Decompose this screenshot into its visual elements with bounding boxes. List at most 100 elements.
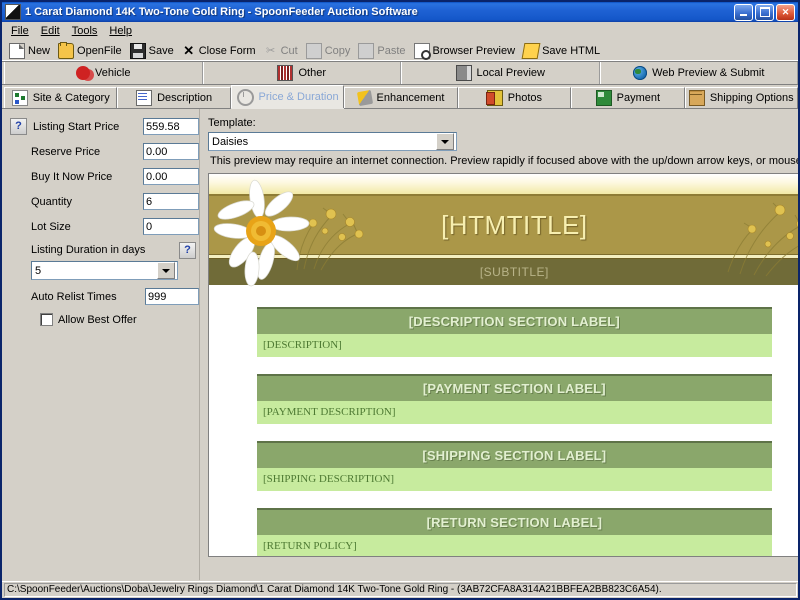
open-folder-icon [58, 41, 75, 59]
menu-item-tools[interactable]: Tools [66, 24, 104, 38]
listing-start-price-input[interactable] [143, 118, 199, 135]
chevron-down-icon[interactable] [157, 262, 175, 279]
toolbar-new-label: New [28, 44, 51, 57]
toolbar-save-button[interactable]: Save [127, 42, 179, 60]
tab-payment-label: Payment [616, 92, 661, 104]
application-window: 1 Carat Diamond 14K Two-Tone Gold Ring -… [0, 0, 800, 600]
window-title: 1 Carat Diamond 14K Two-Tone Gold Ring -… [25, 6, 418, 18]
toolbar-close-form-button[interactable]: ✕ Close Form [179, 43, 261, 59]
toolbar-new-button[interactable]: New [6, 42, 55, 60]
menu-item-help[interactable]: Help [103, 24, 138, 38]
tab-payment[interactable]: Payment [571, 87, 685, 108]
package-box-icon [688, 90, 705, 106]
clock-icon [236, 88, 254, 106]
toolbar-copy-button[interactable]: Copy [303, 42, 356, 60]
toolbar-cut-button[interactable]: ✂ Cut [261, 43, 303, 59]
section-shipping-header: [SHIPPING SECTION LABEL] [257, 441, 772, 468]
close-button[interactable]: ✕ [776, 3, 795, 21]
section-description: [DESCRIPTION SECTION LABEL] [DESCRIPTION… [257, 307, 772, 357]
save-html-icon [521, 42, 541, 59]
main-tab-strip: Site & Category Description Price & Dura… [2, 85, 798, 109]
template-chevron-down-icon[interactable] [436, 133, 454, 150]
menu-help-label: Help [109, 24, 133, 37]
tab-site-category[interactable]: Site & Category [4, 87, 118, 108]
magic-wand-icon [356, 89, 373, 107]
minimize-button[interactable] [734, 3, 753, 21]
photos-icon [485, 90, 503, 106]
menu-file-label: File [11, 24, 29, 37]
help-icon-duration[interactable]: ? [179, 241, 196, 259]
section-payment: [PAYMENT SECTION LABEL] [PAYMENT DESCRIP… [257, 374, 772, 424]
tab-local-preview[interactable]: Local Preview [401, 62, 600, 84]
allow-best-offer-row[interactable]: Allow Best Offer [40, 313, 199, 326]
menu-item-file[interactable]: File [5, 24, 35, 38]
maximize-button[interactable] [755, 3, 774, 21]
buy-it-now-price-input[interactable] [143, 168, 199, 185]
preview-hint-text: This preview may require an internet con… [210, 155, 800, 167]
field-lot-size: Lot Size [10, 217, 199, 236]
tab-local-preview-label: Local Preview [476, 67, 545, 79]
reserve-price-label: Reserve Price [31, 145, 101, 158]
tab-price-duration[interactable]: Price & Duration [230, 85, 345, 108]
vehicle-icon [76, 66, 90, 80]
banner-top-gradient [209, 174, 798, 194]
paste-icon [358, 42, 375, 59]
menu-item-edit[interactable]: Edit [35, 24, 66, 38]
toolbar-openfile-label: OpenFile [77, 44, 122, 57]
template-select[interactable]: Daisies [208, 132, 457, 151]
preview-document: [HTMTITLE] [SUBTITLE] [DESCRIPTION SECTI… [209, 174, 798, 556]
buy-it-now-price-label: Buy It Now Price [31, 170, 113, 183]
tab-shipping-options[interactable]: Shipping Options [684, 87, 798, 108]
scissors-icon: ✂ [265, 44, 276, 57]
magnifier-page-icon [413, 42, 431, 60]
auto-relist-times-input[interactable] [145, 288, 199, 305]
field-listing-start-price: ? Listing Start Price [10, 117, 199, 136]
reserve-price-input[interactable] [143, 143, 199, 160]
content-area: ? Listing Start Price Reserve Price Buy … [2, 109, 798, 580]
toolbar-browser-preview-label: Browser Preview [432, 44, 516, 57]
toolbar-openfile-button[interactable]: OpenFile [55, 41, 127, 60]
tab-enhancement[interactable]: Enhancement [344, 87, 458, 108]
auto-relist-times-label: Auto Relist Times [31, 290, 117, 303]
field-buy-it-now-price: Buy It Now Price [10, 167, 199, 186]
help-icon[interactable]: ? [10, 118, 27, 135]
title-bar: 1 Carat Diamond 14K Two-Tone Gold Ring -… [2, 2, 798, 22]
listing-duration-label: Listing Duration in days [31, 244, 146, 256]
tab-photos[interactable]: Photos [457, 87, 572, 108]
new-document-icon [9, 42, 25, 59]
template-label: Template: [208, 117, 256, 129]
tab-web-preview-submit[interactable]: Web Preview & Submit [599, 62, 798, 84]
section-return-body: [RETURN POLICY] [257, 535, 772, 556]
quantity-label: Quantity [31, 195, 72, 208]
tab-description[interactable]: Description [117, 87, 231, 108]
listing-duration-label-row: Listing Duration in days ? [10, 241, 199, 259]
field-reserve-price: Reserve Price [10, 142, 199, 161]
lot-size-label: Lot Size [31, 220, 71, 233]
toolbar: New OpenFile Save ✕ Close Form ✂ Cut Cop… [2, 40, 798, 62]
window-controls: ✕ [734, 3, 796, 21]
toolbar-paste-label: Paste [377, 44, 406, 57]
quantity-input[interactable] [143, 193, 199, 210]
toolbar-copy-label: Copy [324, 44, 351, 57]
toolbar-paste-button[interactable]: Paste [355, 42, 410, 60]
html-preview-frame: [HTMTITLE] [SUBTITLE] [DESCRIPTION SECTI… [208, 173, 798, 557]
tab-site-category-label: Site & Category [32, 92, 110, 104]
template-preview-panel: Template: Daisies This preview may requi… [200, 109, 800, 580]
lot-size-input[interactable] [143, 218, 199, 235]
tab-other[interactable]: Other [202, 62, 401, 84]
sitemap-icon [11, 90, 28, 106]
tab-vehicle[interactable]: Vehicle [4, 62, 203, 84]
toolbar-close-form-label: Close Form [198, 44, 256, 57]
close-x-icon: ✕ [183, 42, 195, 58]
toolbar-save-label: Save [148, 44, 174, 57]
toolbar-save-html-button[interactable]: Save HTML [520, 42, 605, 60]
price-duration-form: ? Listing Start Price Reserve Price Buy … [2, 109, 200, 580]
notepad-pencil-icon [136, 90, 153, 106]
floppy-disk-icon [129, 42, 146, 59]
toolbar-browser-preview-button[interactable]: Browser Preview [411, 42, 521, 60]
listing-duration-select[interactable]: 5 [31, 261, 178, 280]
allow-best-offer-checkbox[interactable] [40, 313, 53, 326]
listing-duration-value: 5 [35, 264, 42, 277]
preview-sections: [DESCRIPTION SECTION LABEL] [DESCRIPTION… [209, 287, 798, 556]
book-icon [455, 65, 472, 81]
